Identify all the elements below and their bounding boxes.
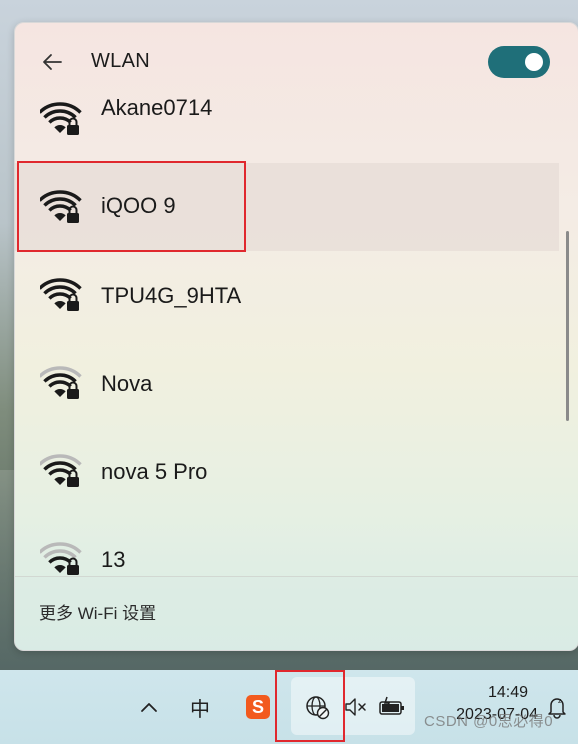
speaker-muted-icon bbox=[345, 698, 366, 716]
network-item[interactable]: 13 bbox=[15, 515, 559, 575]
scrollbar[interactable] bbox=[566, 231, 569, 421]
network-item[interactable]: Nova bbox=[15, 339, 559, 427]
network-item[interactable]: Akane0714 bbox=[15, 75, 559, 163]
wlan-flyout: WLAN Akane0714 iQOO 9 TPU4G_9HTA Nova no… bbox=[14, 22, 578, 651]
chevron-up-icon bbox=[141, 703, 157, 712]
battery-charging-icon bbox=[379, 696, 404, 715]
wifi-secured-icon bbox=[40, 454, 82, 487]
network-name: 13 bbox=[101, 547, 126, 572]
network-item[interactable]: nova 5 Pro bbox=[15, 427, 559, 515]
page-title: WLAN bbox=[91, 50, 150, 72]
back-button[interactable] bbox=[37, 47, 67, 77]
clock-time: 14:49 bbox=[487, 684, 528, 701]
network-name: Nova bbox=[101, 371, 153, 396]
highlight-box-tray bbox=[275, 670, 345, 742]
network-name: TPU4G_9HTA bbox=[101, 283, 242, 308]
wifi-secured-icon bbox=[40, 542, 82, 575]
ime-chinese-button[interactable]: 中 bbox=[182, 670, 218, 744]
network-name: Akane0714 bbox=[101, 95, 213, 120]
wifi-toggle[interactable] bbox=[488, 46, 550, 78]
flyout-footer: 更多 Wi-Fi 设置 bbox=[15, 576, 578, 650]
wifi-secured-icon bbox=[40, 102, 82, 135]
sogou-icon: S bbox=[246, 695, 270, 719]
network-item[interactable]: TPU4G_9HTA bbox=[15, 251, 559, 339]
highlight-box-network bbox=[17, 161, 246, 252]
battery-button[interactable] bbox=[374, 670, 410, 744]
svg-text:z: z bbox=[558, 698, 562, 705]
more-wifi-settings-link[interactable]: 更多 Wi-Fi 设置 bbox=[39, 599, 156, 624]
sogou-ime-button[interactable]: S bbox=[240, 670, 276, 744]
wifi-secured-icon bbox=[40, 366, 82, 399]
network-name: nova 5 Pro bbox=[101, 459, 208, 484]
notification-center-button[interactable]: z bbox=[540, 670, 574, 744]
toggle-knob bbox=[525, 53, 543, 71]
arrow-left-icon bbox=[43, 54, 62, 70]
wifi-secured-icon bbox=[40, 278, 82, 311]
watermark: CSDN @0思必得0 bbox=[424, 713, 554, 730]
show-hidden-icons-button[interactable] bbox=[133, 670, 165, 744]
